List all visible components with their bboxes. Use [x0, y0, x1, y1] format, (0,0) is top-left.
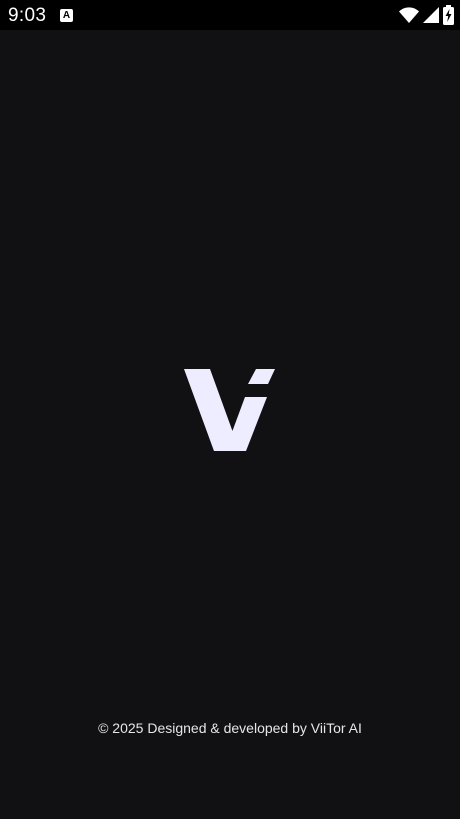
- status-icons: [399, 5, 454, 25]
- notification-a-icon: A: [60, 9, 73, 22]
- battery-charging-icon: [443, 5, 454, 25]
- signal-icon: [423, 7, 439, 23]
- status-time: 9:03: [8, 5, 47, 26]
- wifi-icon: [399, 7, 419, 23]
- viitor-logo: [182, 367, 276, 453]
- splash-screen: 9:03 A © 2025 Designed & developed by Vi…: [0, 0, 460, 819]
- status-bar: 9:03 A: [0, 0, 460, 30]
- copyright-footer: © 2025 Designed & developed by ViiTor AI: [98, 720, 362, 736]
